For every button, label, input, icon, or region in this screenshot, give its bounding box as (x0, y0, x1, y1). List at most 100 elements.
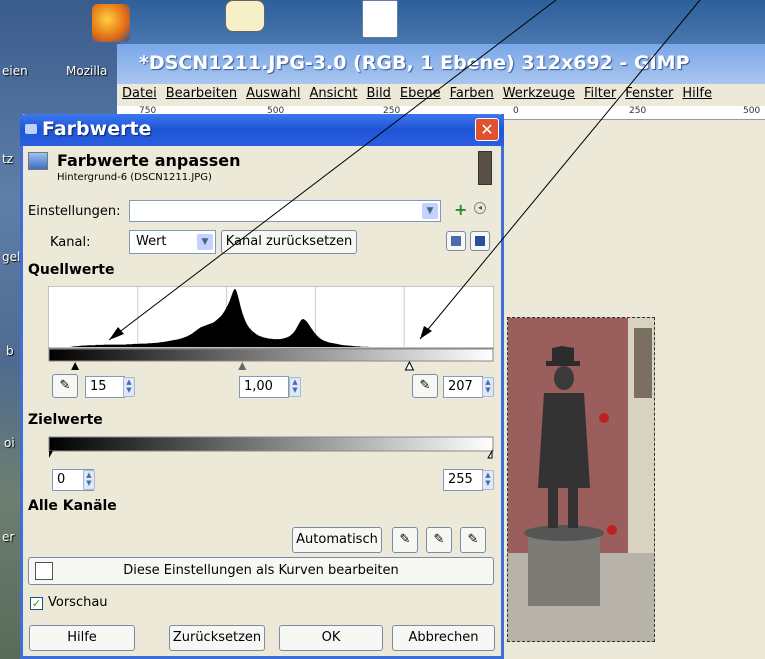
preview-label[interactable]: Vorschau (48, 595, 108, 610)
input-low-spinner[interactable]: ▲ ▼ (123, 377, 135, 397)
ok-button-label: OK (321, 630, 341, 645)
log-histogram-icon (475, 236, 485, 246)
all-channels-heading: Alle Kanäle (28, 498, 117, 514)
ruler-tick-label: 0 (513, 106, 519, 116)
input-gamma-handle[interactable] (238, 362, 247, 370)
menu-bearbeiten[interactable]: Bearbeiten (161, 84, 241, 101)
settings-label: Einstellungen: (28, 204, 121, 219)
reset-channel-button[interactable]: Kanal zurücksetzen (221, 230, 357, 254)
curves-icon (35, 562, 53, 580)
firefox-icon[interactable] (92, 4, 130, 42)
ruler-tick-label: 250 (629, 106, 647, 116)
desktop-label: b (6, 344, 14, 358)
menu-fenster[interactable]: Fenster (620, 84, 677, 101)
channel-combo[interactable]: Wert ▼ (129, 230, 216, 254)
output-high-field[interactable]: 255 (443, 469, 483, 491)
sunglasses-icon[interactable] (225, 0, 265, 32)
close-button[interactable]: ✕ (475, 118, 499, 141)
image-canvas[interactable] (507, 317, 655, 642)
output-low-value: 0 (57, 472, 66, 487)
cancel-button[interactable]: Abbrechen (392, 625, 495, 651)
check-icon: ✓ (31, 597, 42, 610)
close-icon: ✕ (480, 120, 494, 139)
chevron-down-icon: ▼ (422, 203, 438, 219)
output-gradient (48, 436, 494, 459)
preview-checkbox[interactable]: ✓ (30, 597, 43, 610)
menu-ebene[interactable]: Ebene (395, 84, 445, 101)
target-heading: Zielwerte (28, 412, 103, 428)
input-high-field[interactable]: 207 (443, 376, 483, 398)
log-histogram-button[interactable] (470, 231, 490, 251)
auto-button[interactable]: Automatisch (292, 527, 382, 553)
levels-icon (28, 152, 48, 170)
output-high-value: 255 (448, 472, 473, 487)
menu-ansicht[interactable]: Ansicht (304, 84, 361, 101)
help-button[interactable]: Hilfe (29, 625, 135, 651)
channel-value: Wert (136, 234, 167, 249)
auto-button-label: Automatisch (296, 532, 378, 547)
chevron-down-icon: ▼ (197, 234, 213, 250)
desktop-label: tz (2, 152, 14, 166)
settings-combo[interactable]: ▼ (129, 200, 441, 222)
source-heading: Quellwerte (28, 262, 115, 278)
reset-button[interactable]: Zurücksetzen (169, 625, 265, 651)
window-menu-icon[interactable] (25, 124, 37, 134)
desktop-label: eien (2, 64, 28, 78)
dialog-title: Farbwerte (42, 118, 152, 140)
reset-button-label: Zurücksetzen (172, 630, 262, 645)
ruler-tick-label: 500 (743, 106, 761, 116)
linear-histogram-button[interactable] (446, 231, 466, 251)
input-low-field[interactable]: 15 (85, 376, 125, 398)
levels-dialog: Farbwerte ✕ Farbwerte anpassen Hintergru… (20, 114, 504, 659)
menu-werkzeuge[interactable]: Werkzeuge (498, 84, 579, 101)
output-high-spinner[interactable]: ▲ ▼ (482, 470, 494, 490)
header-title: Farbwerte anpassen (57, 151, 241, 170)
output-low-spinner[interactable]: ▲ ▼ (83, 470, 95, 490)
preset-menu-icon[interactable]: ◂ (474, 202, 486, 214)
desktop-label: gel (2, 250, 21, 264)
dialog-title-bar[interactable]: Farbwerte ✕ (20, 114, 504, 146)
menu-hilfe[interactable]: Hilfe (677, 84, 716, 101)
eyedropper-icon: ✎ (399, 532, 411, 547)
menu-auswahl[interactable]: Auswahl (241, 84, 304, 101)
black-picker-button[interactable]: ✎ (392, 527, 418, 553)
input-low-value: 15 (90, 379, 107, 394)
eyedropper-icon: ✎ (59, 378, 71, 393)
input-gamma-value: 1,00 (244, 379, 273, 394)
cancel-button-label: Abbrechen (408, 630, 479, 645)
input-gamma-spinner[interactable]: ▲ ▼ (289, 377, 301, 397)
reset-channel-label: Kanal zurücksetzen (225, 234, 353, 249)
menu-farben[interactable]: Farben (445, 84, 498, 101)
input-high-spinner[interactable]: ▲ ▼ (482, 377, 494, 397)
black-point-picker-button[interactable]: ✎ (52, 374, 78, 398)
desktop-label: er (2, 530, 15, 544)
layer-thumbnail (478, 151, 492, 185)
eyedropper-icon: ✎ (419, 378, 431, 393)
desktop-label[interactable]: Mozilla (66, 64, 107, 78)
gimp-title: *DSCN1211.JPG-3.0 (RGB, 1 Ebene) 312x692… (139, 52, 690, 74)
header-subtitle: Hintergrund-6 (DSCN1211.JPG) (57, 172, 212, 183)
menu-datei[interactable]: Datei (117, 84, 161, 101)
desktop-label: oi (4, 436, 15, 450)
input-low-handle[interactable] (71, 362, 80, 370)
output-high-handle[interactable] (487, 449, 493, 459)
ok-button[interactable]: OK (279, 625, 383, 651)
add-preset-icon[interactable]: + (454, 200, 467, 219)
input-gamma-field[interactable]: 1,00 (239, 376, 289, 398)
white-point-picker-button[interactable]: ✎ (412, 374, 438, 398)
gimp-menu-bar: Datei Bearbeiten Auswahl Ansicht Bild Ebene Fa… (117, 84, 765, 106)
menu-bild[interactable]: Bild (362, 84, 395, 101)
gimp-title-bar[interactable]: *DSCN1211.JPG-3.0 (RGB, 1 Ebene) 312x692… (117, 44, 765, 84)
input-high-value: 207 (448, 379, 473, 394)
eyedropper-icon: ✎ (467, 532, 479, 547)
document-icon[interactable] (362, 0, 398, 38)
channel-label: Kanal: (50, 235, 91, 250)
gray-picker-button[interactable]: ✎ (426, 527, 452, 553)
edit-as-curves-button[interactable]: Diese Einstellungen als Kurven bearbeite… (28, 557, 494, 585)
white-picker-button[interactable]: ✎ (460, 527, 486, 553)
output-low-handle[interactable] (49, 451, 53, 458)
input-high-handle[interactable] (404, 360, 415, 371)
menu-filter[interactable]: Filter (579, 84, 620, 101)
eyedropper-icon: ✎ (433, 532, 445, 547)
histogram (48, 286, 494, 371)
